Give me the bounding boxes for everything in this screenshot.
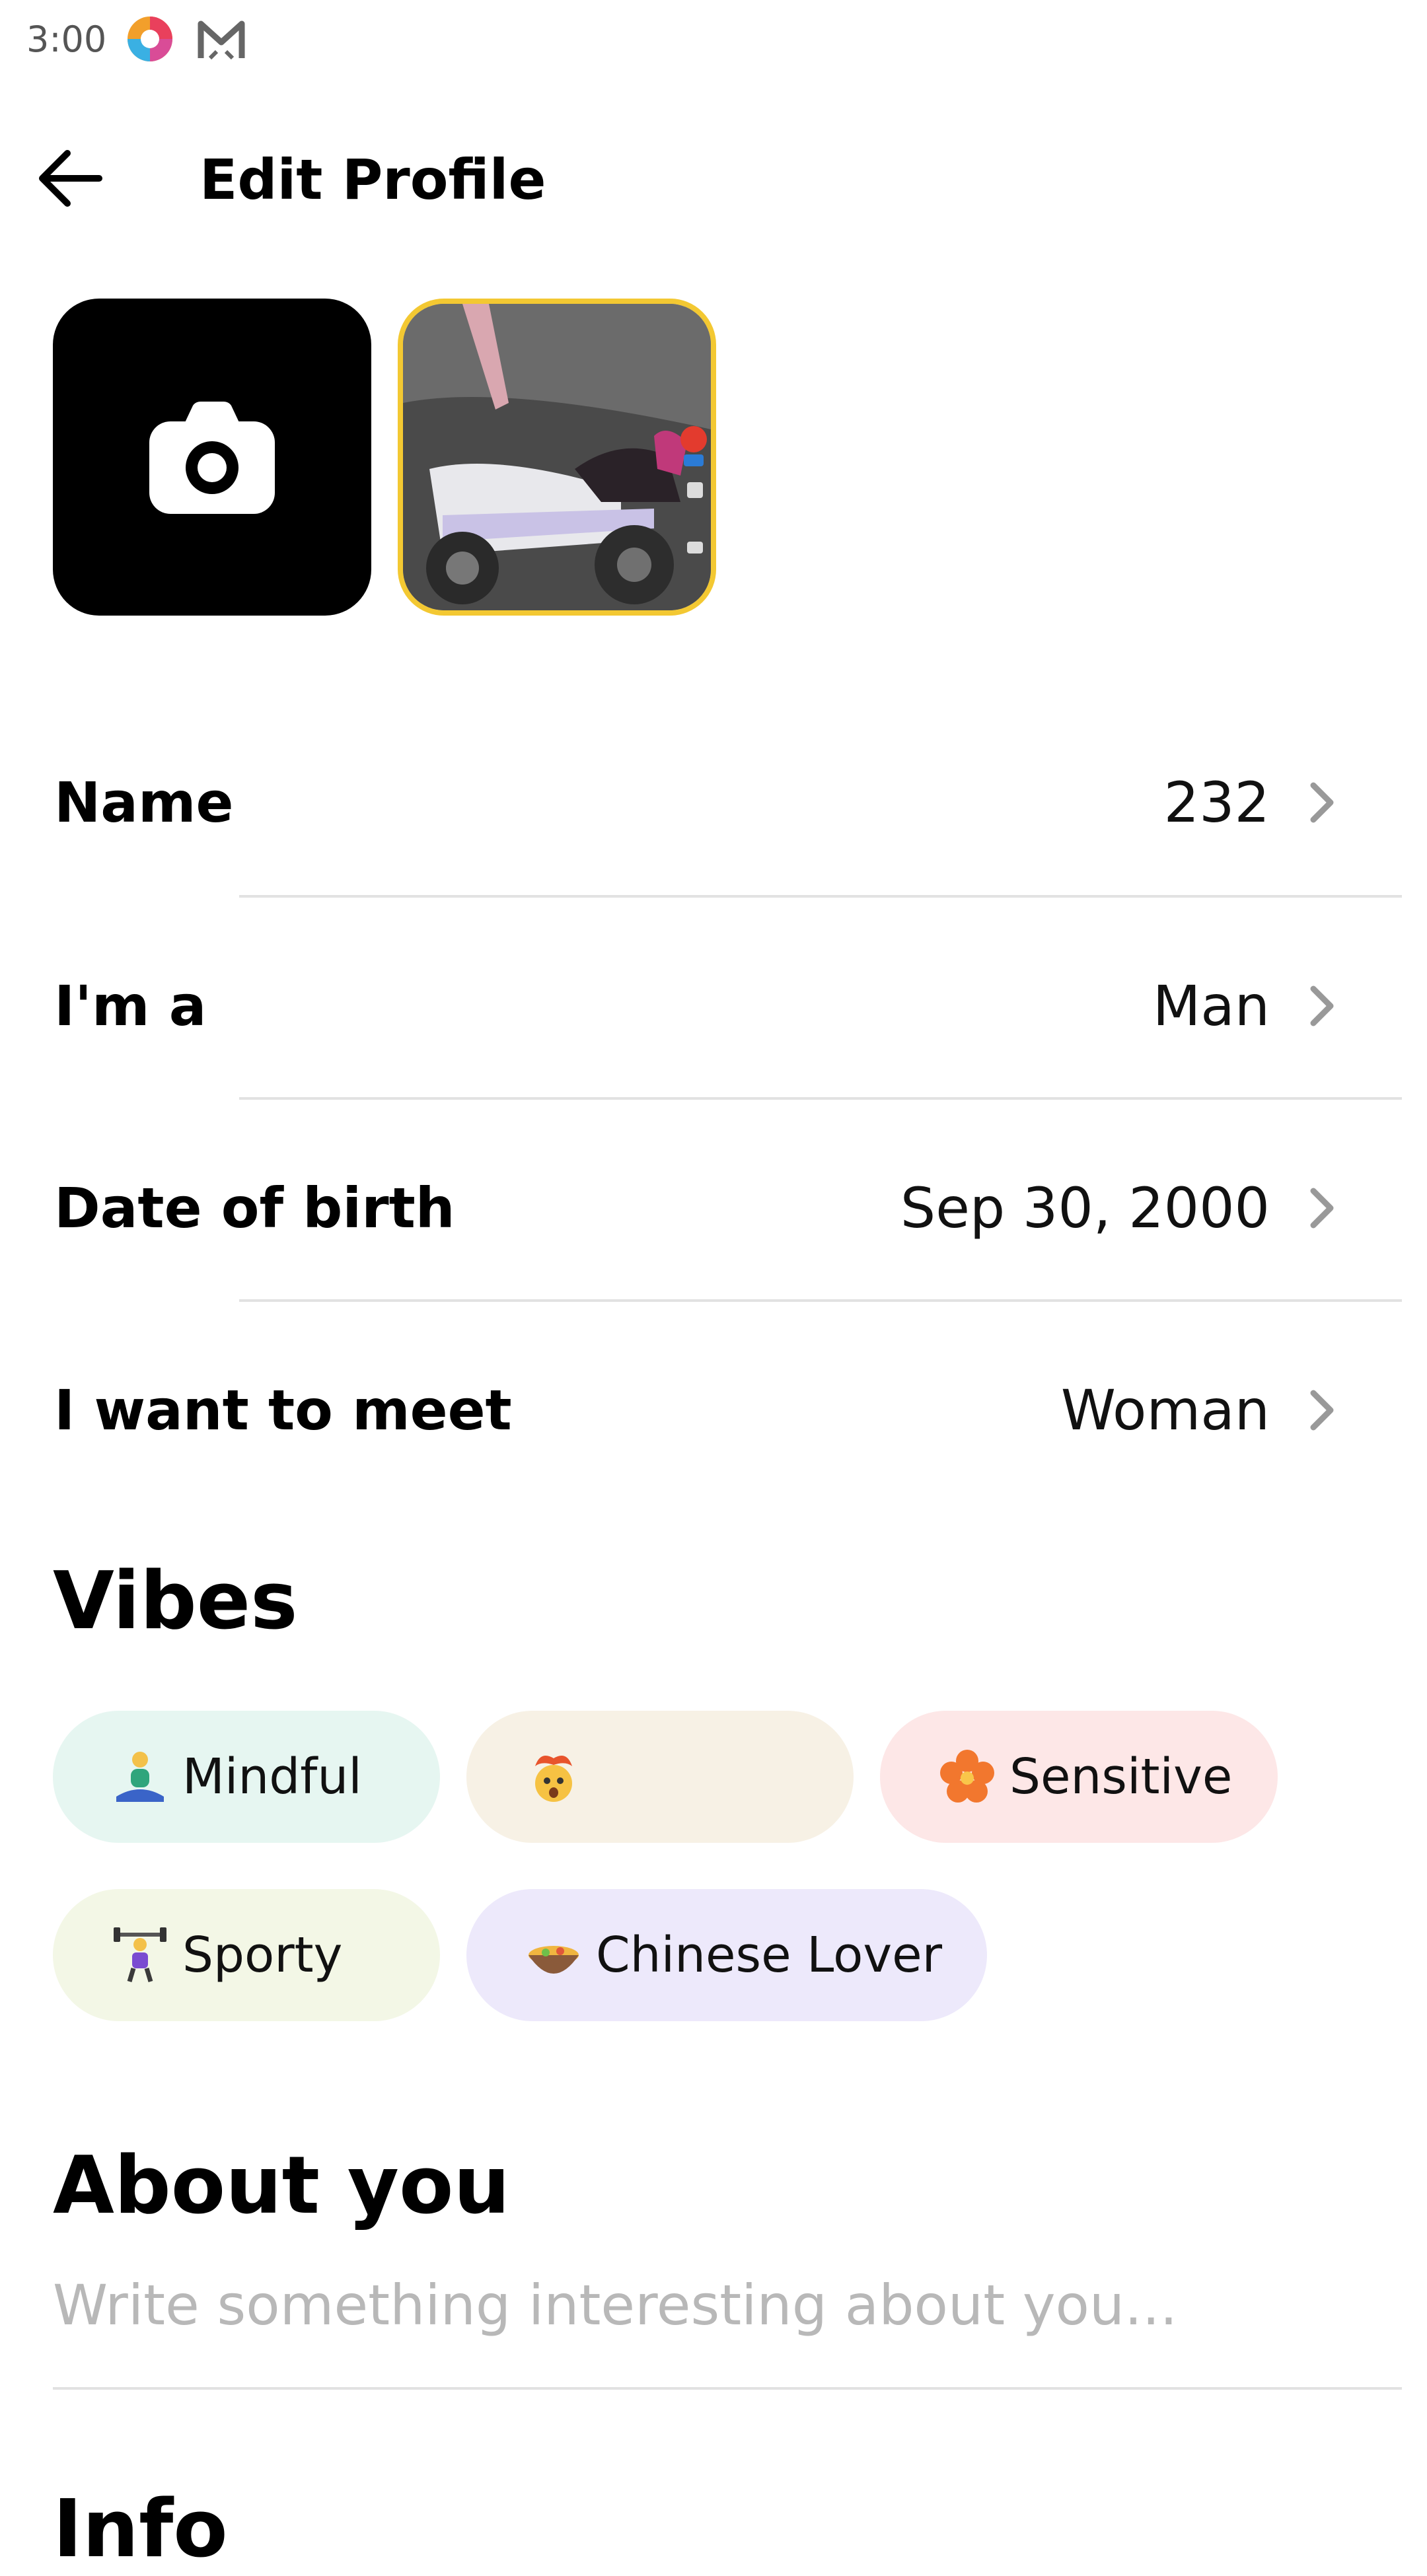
about-input[interactable] [53, 2259, 1401, 2351]
birth-date-value: Sep 30, 2000 [900, 1176, 1270, 1240]
status-bar: 3:00 [0, 0, 1427, 86]
divider [53, 2387, 1402, 2390]
camera-icon [149, 402, 275, 514]
status-time: 3:00 [26, 18, 107, 60]
weightlifter-icon [114, 1927, 166, 1983]
vibe-chip-sporty[interactable]: Sporty [53, 1889, 440, 2021]
divider [239, 1299, 1402, 1302]
person-meditating-icon [116, 1752, 164, 1802]
chevron-right-icon [1310, 1390, 1334, 1431]
chevron-right-icon [1310, 782, 1334, 823]
name-label: Name [54, 770, 234, 835]
vibe-chip-label: Sporty [182, 1927, 343, 1984]
meet-preference-row[interactable]: I want to meet Woman [0, 1305, 1427, 1503]
arrow-left-icon [39, 150, 102, 207]
chevron-right-icon [1310, 1188, 1334, 1229]
photo-thumbnail [403, 304, 711, 610]
header: Edit Profile [0, 112, 1427, 238]
gender-value: Man [1152, 974, 1270, 1038]
vibe-chip-chinese-lover[interactable]: Chinese Lover [466, 1889, 987, 2021]
chevron-right-icon [1310, 985, 1334, 1026]
birth-date-label: Date of birth [54, 1176, 455, 1240]
back-button[interactable] [33, 139, 112, 218]
divider [239, 895, 1402, 898]
vibe-chip-sensitive[interactable]: Sensitive [880, 1711, 1278, 1843]
add-photo-button[interactable] [53, 299, 371, 616]
vibe-chip-label: Sensitive [1009, 1748, 1233, 1805]
page-title: Edit Profile [200, 147, 546, 212]
profile-photo-thumbnail[interactable] [398, 299, 716, 616]
hibiscus-icon [940, 1750, 994, 1803]
vibe-chip-mindful[interactable]: Mindful [53, 1711, 440, 1843]
mail-app-icon [198, 20, 245, 60]
vibe-chip-exploding-head[interactable] [466, 1711, 854, 1843]
vibes-title: Vibes [53, 1556, 298, 1647]
name-value: 232 [1163, 770, 1270, 835]
gender-label: I'm a [54, 974, 207, 1038]
about-title: About you [53, 2140, 510, 2232]
gender-row[interactable]: I'm a Man [0, 900, 1427, 1098]
birth-date-row[interactable]: Date of birth Sep 30, 2000 [0, 1102, 1427, 1301]
vibe-chip-label: Mindful [182, 1748, 362, 1805]
meet-preference-value: Woman [1060, 1378, 1270, 1443]
exploding-head-icon [535, 1756, 572, 1802]
divider [239, 1097, 1402, 1100]
vibe-chip-label: Chinese Lover [596, 1927, 943, 1984]
meet-preference-label: I want to meet [54, 1378, 512, 1443]
bowl-icon [529, 1946, 579, 1974]
color-wheel-app-icon [128, 17, 172, 61]
info-title: Info [53, 2484, 228, 2575]
name-row[interactable]: Name 232 [0, 697, 1427, 895]
